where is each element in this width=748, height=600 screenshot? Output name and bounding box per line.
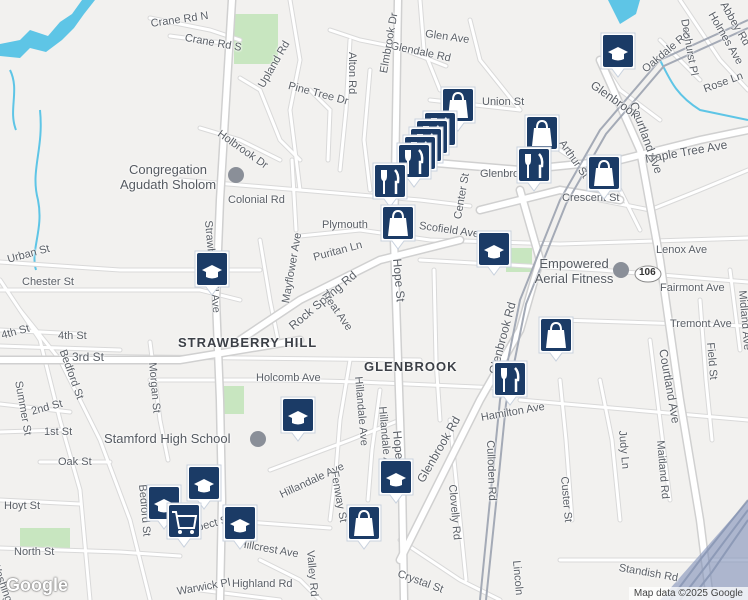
map-canvas[interactable]: Crane Rd N Crane Rd S Glen Ave Glendale …	[0, 0, 748, 600]
street-label: Chester St	[22, 276, 74, 288]
street-label: Colonial Rd	[228, 194, 285, 206]
street-label: Tremont Ave	[670, 318, 732, 330]
street-label: Alton Rd	[346, 52, 358, 95]
street-label: Plymouth	[322, 219, 368, 231]
school-marker[interactable]	[194, 250, 230, 296]
street-label: Highland Rd	[232, 578, 293, 590]
park-area	[20, 528, 70, 548]
street-label: Hoyt St	[4, 500, 41, 512]
restaurant-marker[interactable]	[516, 146, 552, 192]
fitness-icon	[613, 262, 629, 278]
street-label: North St	[14, 546, 55, 558]
street-label: 1st St	[44, 426, 73, 438]
shopping-cart-marker[interactable]	[166, 502, 202, 548]
shopping-bag-marker[interactable]	[538, 316, 574, 362]
street-label: Lenox Ave	[656, 244, 708, 256]
school-marker[interactable]	[600, 32, 636, 78]
restaurant-marker[interactable]	[372, 162, 408, 208]
map-attribution[interactable]: Map data ©2025 Google	[628, 587, 748, 600]
street-label: 4th St	[58, 330, 87, 342]
school-marker[interactable]	[476, 230, 512, 276]
shopping-bag-marker[interactable]	[380, 204, 416, 250]
poi-label[interactable]: Empowered Aerial Fitness	[534, 256, 614, 286]
restaurant-marker[interactable]	[492, 360, 528, 406]
poi-label[interactable]: Congregation Agudath Sholom	[112, 162, 224, 192]
shopping-bag-marker[interactable]	[346, 504, 382, 550]
synagogue-icon	[228, 167, 244, 183]
street-label: Fairmont Ave	[660, 282, 725, 294]
shopping-bag-marker[interactable]	[586, 154, 622, 200]
school-poi-icon	[250, 431, 266, 447]
neighborhood-label: STRAWBERRY HILL	[178, 335, 318, 350]
poi-label[interactable]: Stamford High School	[104, 431, 230, 446]
school-marker[interactable]	[378, 458, 414, 504]
street-label: Oak St	[58, 456, 92, 468]
school-marker[interactable]	[280, 396, 316, 442]
school-marker[interactable]	[222, 504, 258, 550]
route-shield-label: 106	[639, 267, 656, 278]
google-logo: Google	[6, 575, 68, 595]
street-label: 3rd St	[72, 350, 105, 364]
street-label: Culloden Rd	[484, 440, 499, 501]
street-label: Union St	[482, 96, 525, 108]
neighborhood-label: GLENBROOK	[364, 359, 458, 374]
street-label: Holcomb Ave	[256, 372, 321, 384]
